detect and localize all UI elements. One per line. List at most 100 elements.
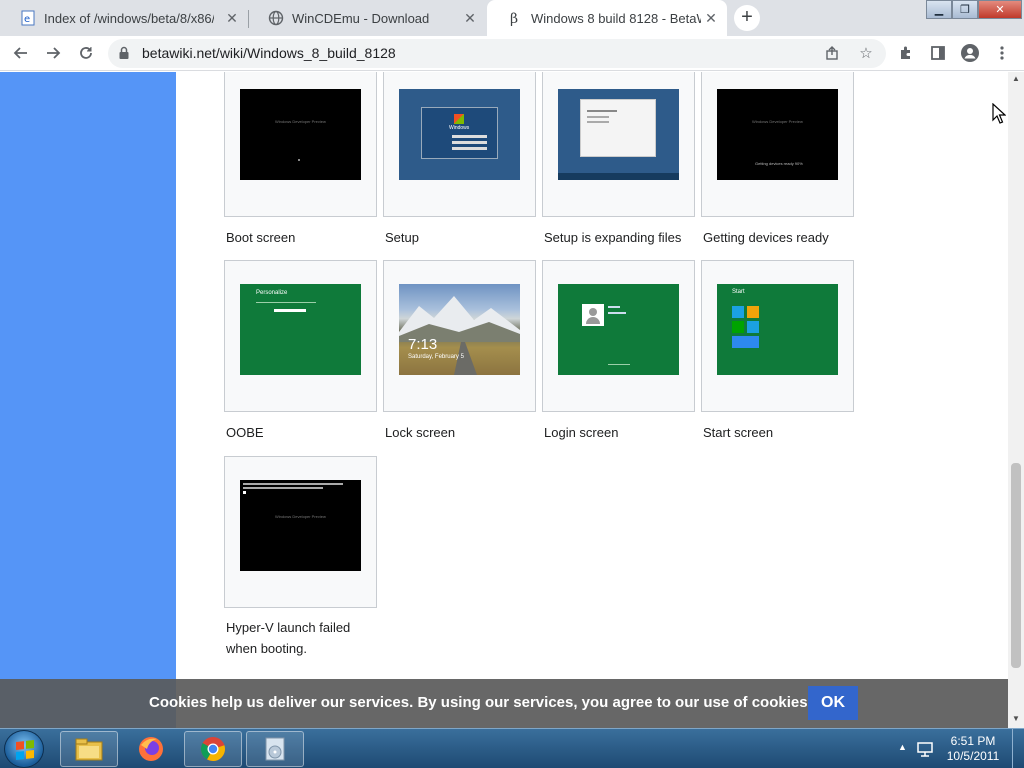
thumb-caption-text: Personalize xyxy=(256,290,288,296)
page-viewport: Windows Developer Preview Boot screen Wi… xyxy=(0,72,1008,728)
globe-icon xyxy=(268,10,284,26)
gallery-item-lock-screen[interactable]: 7:13 Saturday, February 5 xyxy=(383,260,536,412)
spinner-dot xyxy=(298,159,300,161)
page-scrollbar[interactable]: ▲ ▼ xyxy=(1008,72,1024,728)
dialog-line xyxy=(587,110,617,112)
close-icon[interactable]: ✕ xyxy=(462,10,478,26)
start-tile xyxy=(732,306,744,318)
scroll-down-arrow-icon[interactable]: ▼ xyxy=(1008,712,1024,726)
tab-betawiki-windows-8-build-8128[interactable]: β Windows 8 build 8128 - BetaWiki ✕ xyxy=(487,0,727,36)
windows-logo-icon xyxy=(16,740,34,760)
clock-time: 6:51 PM xyxy=(950,734,996,748)
reload-button[interactable] xyxy=(73,40,99,66)
lock-icon[interactable] xyxy=(118,46,130,60)
boot-screen-screenshot: Windows Developer Preview xyxy=(240,89,361,180)
start-tile xyxy=(732,321,744,333)
betawiki-icon: β xyxy=(507,10,523,26)
setup-field xyxy=(452,135,487,138)
scrollbar-thumb[interactable] xyxy=(1011,463,1021,668)
start-screen-screenshot: Start xyxy=(717,284,838,375)
bookmark-star-icon[interactable]: ☆ xyxy=(856,43,876,63)
gallery-item-boot-screen[interactable]: Windows Developer Preview xyxy=(224,72,377,217)
network-icon[interactable] xyxy=(916,740,934,758)
side-panel-button[interactable] xyxy=(925,40,951,66)
forward-button[interactable] xyxy=(40,40,66,66)
tab-index-of-windows-beta[interactable]: e Index of /windows/beta/8/x86/ ✕ xyxy=(0,0,248,36)
chrome-icon xyxy=(200,737,225,761)
taskbar-explorer[interactable] xyxy=(60,731,118,767)
scroll-up-arrow-icon[interactable]: ▲ xyxy=(1008,72,1024,86)
minimize-button[interactable]: ▁ xyxy=(926,0,952,19)
gallery-item-start-screen[interactable]: Start xyxy=(701,260,854,412)
tab-title: Index of /windows/beta/8/x86/ xyxy=(44,10,214,26)
puzzle-icon xyxy=(901,46,910,59)
url-text: betawiki.net/wiki/Windows_8_build_8128 xyxy=(142,45,396,61)
getting-devices-screenshot: Windows Developer Preview Getting device… xyxy=(717,89,838,180)
extensions-button[interactable] xyxy=(893,40,919,66)
gallery-caption: OOBE xyxy=(226,425,264,440)
thumb-caption-text: Windows Developer Preview xyxy=(752,119,803,124)
thumb-caption-text: Windows Developer Preview xyxy=(275,119,326,124)
user-tile-icon xyxy=(582,304,604,326)
gallery-item-getting-devices-ready[interactable]: Windows Developer Preview Getting device… xyxy=(701,72,854,217)
ie-page-icon: e xyxy=(20,10,36,26)
login-footer-line xyxy=(608,364,630,365)
window-controls: ▁ ❐ ✕ xyxy=(926,0,1022,19)
lock-date-text: Saturday, February 5 xyxy=(408,354,464,360)
gallery-item-oobe[interactable]: Personalize xyxy=(224,260,377,412)
taskbar-chrome[interactable] xyxy=(184,731,242,767)
explorer-icon xyxy=(75,738,103,761)
show-desktop-button[interactable] xyxy=(1012,729,1024,768)
reload-icon xyxy=(80,47,92,59)
close-window-button[interactable]: ✕ xyxy=(978,0,1022,19)
svg-text:e: e xyxy=(24,14,30,25)
lock-screen-screenshot: 7:13 Saturday, February 5 xyxy=(399,284,520,375)
caption-line-2: when booting. xyxy=(226,641,307,656)
setup-dialog xyxy=(580,99,656,157)
back-arrow-icon xyxy=(13,47,27,59)
cookie-banner: Cookies help us deliver our services. By… xyxy=(0,679,1008,728)
gallery-item-setup[interactable]: Windows xyxy=(383,72,536,217)
start-button[interactable] xyxy=(4,730,44,768)
console-line xyxy=(243,487,323,489)
forward-arrow-icon xyxy=(47,47,61,59)
mountain-landscape-icon xyxy=(399,296,520,375)
address-bar[interactable]: betawiki.net/wiki/Windows_8_build_8128 ☆ xyxy=(108,39,886,68)
start-tile xyxy=(732,336,759,348)
share-icon[interactable] xyxy=(822,43,842,63)
windows-taskbar: ▲ 6:51 PM 10/5/2011 xyxy=(0,728,1024,768)
oobe-line xyxy=(256,302,316,303)
maximize-button[interactable]: ❐ xyxy=(952,0,978,19)
svg-text:β: β xyxy=(510,11,518,26)
setup-window: Windows xyxy=(421,107,498,159)
tab-wincdemu-download[interactable]: WinCDEmu - Download ✕ xyxy=(248,0,486,36)
cookie-message: Cookies help us deliver our services. By… xyxy=(149,694,812,711)
menu-kebab-icon[interactable] xyxy=(989,40,1015,66)
cookie-ok-button[interactable]: OK xyxy=(808,686,858,720)
gallery-caption: Start screen xyxy=(703,425,774,440)
close-icon[interactable]: ✕ xyxy=(224,10,240,26)
new-tab-button[interactable]: + xyxy=(734,5,760,31)
progress-strip xyxy=(558,173,679,180)
login-screen-screenshot xyxy=(558,284,679,375)
taskbar-media[interactable] xyxy=(246,731,304,767)
gallery-caption: Setup is expanding files xyxy=(544,230,682,245)
gallery-item-login-screen[interactable] xyxy=(542,260,695,412)
tab-title: WinCDEmu - Download xyxy=(292,10,430,26)
gallery-item-hyperv-launch-failed[interactable]: Windows Developer Preview xyxy=(224,456,377,608)
mouse-pointer-icon xyxy=(992,103,1006,124)
profile-button[interactable] xyxy=(957,40,983,66)
sidebar-background xyxy=(0,72,176,728)
dialog-line xyxy=(587,121,609,123)
close-icon[interactable]: ✕ xyxy=(703,10,719,26)
gallery-item-setup-expanding-files[interactable] xyxy=(542,72,695,217)
taskbar-clock[interactable]: 6:51 PM 10/5/2011 xyxy=(942,734,1004,764)
gallery-caption: Login screen xyxy=(544,425,619,440)
show-hidden-icons-icon[interactable]: ▲ xyxy=(898,742,907,752)
taskbar-firefox[interactable] xyxy=(122,731,180,767)
oobe-input xyxy=(274,309,306,312)
firefox-icon xyxy=(139,737,163,761)
lock-time-text: 7:13 xyxy=(408,336,438,353)
start-tile xyxy=(747,321,759,333)
back-button[interactable] xyxy=(8,40,34,66)
